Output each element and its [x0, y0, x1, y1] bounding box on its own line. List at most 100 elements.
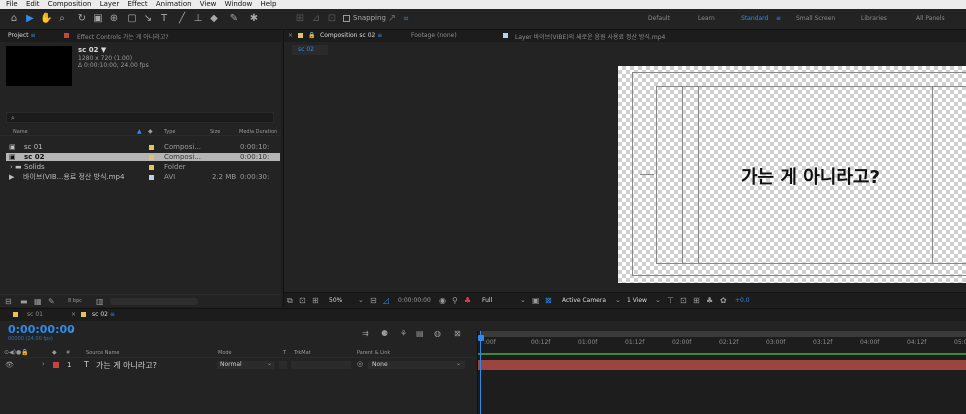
- show-snapshot-icon[interactable]: ⚲: [452, 296, 458, 305]
- mask-visibility-icon[interactable]: ◿: [383, 296, 389, 305]
- timeline-search-input[interactable]: ⌕: [68, 326, 338, 337]
- col-parent[interactable]: Parent & Link: [357, 350, 390, 356]
- tab-sc02[interactable]: sc 02 ≡: [92, 311, 115, 318]
- eraser-tool-icon[interactable]: ◆: [208, 13, 220, 25]
- menu-composition[interactable]: Composition: [48, 0, 92, 9]
- reset-exposure-icon[interactable]: ✿: [720, 296, 727, 305]
- tab-composition[interactable]: Composition sc 02 ≡: [320, 32, 382, 39]
- project-item[interactable]: ▶ 바이브(VIB...용료 정산 방식.mp4 AVI 2.2 MB 0:00:30:: [6, 173, 280, 181]
- snap-features-icon[interactable]: ⌗: [400, 13, 412, 25]
- col-type[interactable]: Type: [164, 129, 175, 135]
- label-column-icon[interactable]: ◆: [52, 349, 57, 356]
- local-axis-icon[interactable]: ⊞: [294, 13, 306, 25]
- motion-blur-icon[interactable]: ◍: [434, 329, 441, 338]
- snap-edges-icon[interactable]: ↗: [386, 13, 398, 25]
- av-features-icons[interactable]: ⊙◀)●🔒: [4, 349, 29, 356]
- zoom-dropdown[interactable]: 50%: [329, 297, 342, 304]
- tab-project[interactable]: Project ≡: [8, 32, 35, 39]
- menu-window[interactable]: Window: [225, 0, 253, 9]
- type-tool-icon[interactable]: T: [158, 13, 170, 25]
- col-t[interactable]: T: [283, 350, 286, 356]
- tab-layer[interactable]: Layer 바이브(VIBE)의 새로운 음원 사용료 정산 방식.mp4: [515, 32, 665, 41]
- project-search-input[interactable]: ⌕: [6, 112, 274, 123]
- rectangle-tool-icon[interactable]: ▢: [126, 13, 138, 25]
- menu-file[interactable]: File: [6, 0, 18, 9]
- interpret-footage-icon[interactable]: ⊟: [5, 297, 12, 306]
- graph-editor-icon[interactable]: ⊠: [454, 329, 461, 338]
- workspace-libraries[interactable]: Libraries: [861, 15, 887, 22]
- channel-color-icon[interactable]: ♣: [464, 296, 471, 305]
- toggle-pixel-aspect-icon[interactable]: ⊤: [667, 296, 674, 305]
- region-of-interest-icon[interactable]: ⊡: [299, 296, 306, 305]
- composition-canvas[interactable]: 가는 게 아니라고?: [618, 66, 966, 283]
- menu-edit[interactable]: Edit: [26, 0, 40, 9]
- draft-3d-icon[interactable]: ⚈: [381, 329, 388, 338]
- close-sc02-tab-icon[interactable]: ×: [71, 311, 76, 318]
- comp-name[interactable]: sc 02 ▼: [78, 46, 106, 54]
- menu-view[interactable]: View: [200, 0, 217, 9]
- playhead[interactable]: [480, 331, 481, 414]
- snapping-checkbox[interactable]: [343, 15, 350, 22]
- workspace-menu-icon[interactable]: ≡: [776, 15, 781, 22]
- time-navigator-bar[interactable]: [480, 331, 966, 337]
- sort-up-icon[interactable]: ▲: [137, 128, 142, 135]
- project-item[interactable]: › ▬ Solids Folder: [6, 163, 280, 171]
- guides-icon[interactable]: ⊟: [370, 296, 377, 305]
- camera-dropdown[interactable]: Active Camera: [562, 297, 606, 304]
- col-size[interactable]: Size: [210, 129, 220, 135]
- tab-footage[interactable]: Footage (none): [411, 32, 457, 39]
- layer-label-color[interactable]: [53, 362, 59, 368]
- timeline-timecode[interactable]: 0:00:00:00: [8, 323, 75, 336]
- new-folder-icon[interactable]: ▬: [20, 297, 28, 306]
- workspace-small-screen[interactable]: Small Screen: [796, 15, 835, 22]
- shy-layers-icon[interactable]: ⚘: [400, 329, 407, 338]
- viewer-comp-subtab[interactable]: sc 02: [292, 45, 328, 55]
- lock-icon[interactable]: 🔒: [308, 32, 315, 39]
- zoom-tool-icon[interactable]: ⌕: [56, 13, 68, 25]
- item-label-swatch[interactable]: [149, 175, 154, 180]
- pen-tool-icon[interactable]: ↘: [142, 13, 154, 25]
- expand-layer-icon[interactable]: ›: [42, 360, 45, 368]
- layer-duration-bar[interactable]: [478, 360, 966, 370]
- fast-previews-icon[interactable]: ▣: [532, 296, 540, 305]
- project-item[interactable]: ▣ sc 01 Composi... 0:00:10:: [6, 143, 280, 151]
- parent-pickwhip-icon[interactable]: ◎: [357, 360, 363, 368]
- menu-effect[interactable]: Effect: [127, 0, 147, 9]
- item-label-swatch[interactable]: [149, 165, 154, 170]
- grid-overlay-icon[interactable]: ⊞: [312, 296, 319, 305]
- rotate-tool-icon[interactable]: ↻: [76, 13, 88, 25]
- col-mode[interactable]: Mode: [218, 350, 232, 356]
- trash-icon[interactable]: ▥: [96, 297, 104, 306]
- menu-help[interactable]: Help: [260, 0, 276, 9]
- project-item[interactable]: ▣ sc 02 Composi... 0:00:10:: [6, 153, 280, 161]
- layer-name[interactable]: 가는 게 아니라고?: [96, 360, 157, 371]
- roto-brush-tool-icon[interactable]: ✎: [228, 13, 240, 25]
- video-visibility-icon[interactable]: 👁: [5, 361, 14, 369]
- home-icon[interactable]: ⌂: [8, 13, 20, 25]
- frame-blending-icon[interactable]: ▤: [416, 329, 424, 338]
- tab-sc01[interactable]: sc 01: [27, 311, 43, 318]
- label-column-icon[interactable]: ◆: [148, 128, 153, 135]
- view-layout-dropdown[interactable]: 1 View: [627, 297, 647, 304]
- exposure-value[interactable]: +0.0: [735, 297, 750, 304]
- clone-stamp-tool-icon[interactable]: ⊥: [192, 13, 204, 25]
- camera-chevron-icon[interactable]: ⌄: [615, 296, 621, 304]
- comp-mini-flowchart-icon[interactable]: ⇉: [362, 329, 369, 338]
- pan-behind-tool-icon[interactable]: ⊕: [108, 13, 120, 25]
- work-area-bar[interactable]: [478, 353, 966, 355]
- tab-effect-controls[interactable]: Effect Controls 가는 게 아니라고?: [77, 32, 169, 41]
- menu-animation[interactable]: Animation: [156, 0, 192, 9]
- snapshot-icon[interactable]: ◉: [439, 296, 446, 305]
- layer-row[interactable]: 👁 › 1 T 가는 게 아니라고? Normal ⌄ ◎ None ⌄: [0, 360, 477, 370]
- camera-tool-icon[interactable]: ▣: [92, 13, 104, 25]
- col-source-name[interactable]: Source Name: [86, 350, 120, 356]
- close-tab-icon[interactable]: ×: [288, 32, 293, 39]
- world-axis-icon[interactable]: ⊿: [310, 13, 322, 25]
- transparency-grid-icon[interactable]: ⊠: [545, 296, 552, 305]
- resolution-chevron-icon[interactable]: ⌄: [520, 296, 526, 304]
- workspace-all-panels[interactable]: All Panels: [916, 15, 945, 22]
- new-composition-icon[interactable]: ▦: [34, 297, 42, 306]
- zoom-chevron-icon[interactable]: ⌄: [358, 296, 364, 304]
- preserve-transparency-checkbox[interactable]: [279, 361, 287, 369]
- brush-tool-icon[interactable]: ╱: [176, 13, 188, 25]
